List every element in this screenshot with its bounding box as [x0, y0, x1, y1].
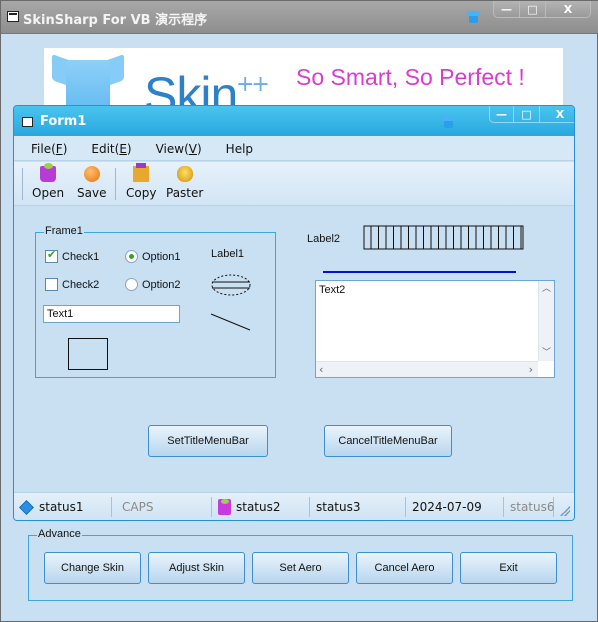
status-panel-2: status2: [214, 497, 310, 517]
form1-maximize-button[interactable]: □: [514, 106, 540, 122]
banner-logo-suffix: ++: [236, 72, 270, 97]
form1-window: Form1 — □ X File(F) Edit(E) View(V) Help…: [13, 105, 575, 521]
text2-value: Text2: [319, 284, 346, 296]
toolbar-open-button[interactable]: Open: [32, 163, 64, 200]
menu-view[interactable]: View(V): [156, 136, 202, 160]
form1-title: Form1: [40, 114, 87, 129]
check1[interactable]: Check1: [45, 248, 99, 263]
rectangle-shape: [68, 338, 108, 370]
menu-help[interactable]: Help: [226, 136, 253, 160]
toolbar-copy-button[interactable]: Copy: [126, 163, 156, 200]
status-panel-caps: CAPS: [114, 497, 212, 517]
cancel-title-menubar-button[interactable]: CancelTitleMenuBar: [324, 425, 452, 457]
label1: Label1: [211, 248, 245, 260]
option1[interactable]: Option1: [125, 250, 181, 263]
check2-box[interactable]: [45, 278, 58, 291]
shopping-cart-icon: [218, 499, 231, 515]
exit-button[interactable]: Exit: [460, 552, 557, 584]
coins-icon: [176, 166, 193, 182]
form1-title-bar[interactable]: Form1 — □ X: [14, 106, 574, 136]
set-title-menubar-button[interactable]: SetTitleMenuBar: [148, 425, 268, 457]
menu-edit[interactable]: Edit(E): [91, 136, 131, 160]
toolbar-separator: [115, 168, 116, 200]
check2[interactable]: Check2: [45, 278, 99, 291]
form1-app-icon: [22, 117, 33, 127]
blue-line: [323, 271, 516, 273]
vertical-scrollbar[interactable]: ︿ ﹀: [538, 281, 554, 361]
option1-radio[interactable]: [125, 250, 138, 263]
toolbar-grip[interactable]: [22, 168, 23, 200]
close-button[interactable]: X: [546, 1, 590, 17]
status-panel-6: status6: [506, 497, 555, 517]
option2[interactable]: Option2: [125, 278, 181, 291]
orange-ball-icon: [83, 166, 100, 182]
app-icon: [7, 11, 19, 22]
change-skin-button[interactable]: Change Skin: [44, 552, 141, 584]
banner-slogan: So Smart, So Perfect !: [296, 64, 525, 90]
ellipse-shape: [211, 274, 251, 296]
skin-shirt-icon[interactable]: [467, 9, 480, 24]
form1-minimize-button[interactable]: —: [490, 106, 514, 122]
scroll-left-icon[interactable]: ‹: [319, 363, 323, 376]
text2-textarea[interactable]: Text2 ︿ ﹀ ‹ ›: [315, 280, 555, 378]
form1-close-button[interactable]: X: [540, 106, 574, 122]
minimize-button[interactable]: —: [494, 1, 520, 17]
scroll-up-icon[interactable]: ︿: [539, 281, 554, 297]
castle-icon: [133, 163, 150, 182]
set-aero-button[interactable]: Set Aero: [252, 552, 349, 584]
cancel-aero-button[interactable]: Cancel Aero: [356, 552, 453, 584]
diamond-icon: [19, 499, 34, 515]
status-panel-3: status3: [312, 497, 406, 517]
menu-bar: File(F) Edit(E) View(V) Help: [14, 136, 574, 161]
toolbar-paster-button[interactable]: Paster: [166, 166, 203, 200]
advance-label: Advance: [37, 528, 82, 540]
check1-box[interactable]: [45, 248, 58, 263]
text1-input[interactable]: [43, 305, 180, 323]
maximize-button[interactable]: □: [520, 1, 546, 17]
status-panel-1: status1: [16, 497, 112, 517]
adjust-skin-button[interactable]: Adjust Skin: [148, 552, 245, 584]
horizontal-scrollbar[interactable]: ‹ ›: [316, 361, 538, 377]
status-panel-date: 2024-07-09: [408, 497, 504, 517]
toolbar-save-button[interactable]: Save: [77, 166, 106, 200]
shopping-cart-icon: [40, 163, 57, 182]
main-caption-buttons: — □ X: [493, 1, 591, 18]
line-shape: [210, 313, 251, 331]
option2-radio[interactable]: [125, 278, 138, 291]
scroll-down-icon[interactable]: ﹀: [539, 345, 554, 361]
menu-file[interactable]: File(F): [31, 136, 67, 160]
status-bar: status1 CAPS status2 status3 2024-07-09 …: [14, 492, 574, 520]
main-window-title: SkinSharp For VB 演示程序: [23, 13, 208, 28]
main-window: SkinSharp For VB 演示程序 — □ X Skin ++ So S…: [0, 0, 598, 622]
main-title-bar[interactable]: SkinSharp For VB 演示程序 — □ X: [1, 1, 598, 34]
resize-grip[interactable]: [560, 506, 570, 516]
hatched-box: [363, 225, 524, 250]
label2: Label2: [307, 233, 341, 245]
frame1-label: Frame1: [44, 225, 84, 237]
scroll-right-icon[interactable]: ›: [529, 363, 533, 376]
toolbar: Open Save Copy Paster: [14, 162, 574, 206]
form1-caption-buttons: — □ X: [489, 106, 574, 123]
form1-skin-shirt-icon[interactable]: [442, 114, 455, 129]
